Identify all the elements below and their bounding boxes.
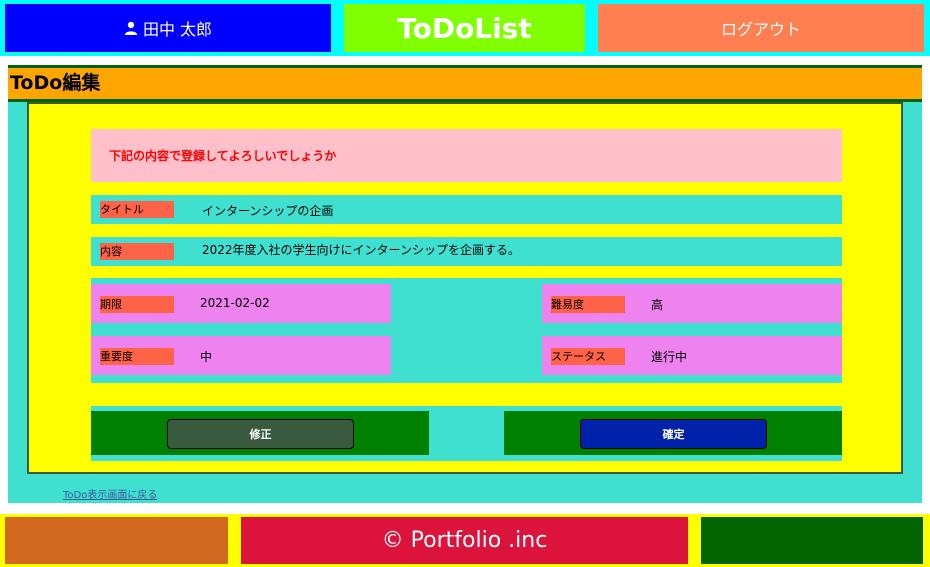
deadline-value: 2021-02-02: [200, 296, 270, 310]
button-bar: 修正 確定: [91, 406, 842, 461]
edit-button[interactable]: 修正: [167, 419, 354, 449]
importance-cell: 重要度 中: [91, 336, 391, 375]
importance-value: 中: [200, 350, 213, 364]
deadline-label: 期限: [100, 296, 174, 313]
content-label: 内容: [100, 243, 174, 260]
back-link[interactable]: ToDo表示画面に戻る: [63, 486, 157, 501]
main-content: ToDo編集 下記の内容で登録してよろしいでしょうか タイトル インターンシップ…: [8, 65, 922, 503]
title-label: タイトル: [100, 201, 174, 218]
deadline-cell: 期限 2021-02-02: [91, 284, 391, 323]
logout-button[interactable]: ログアウト: [598, 4, 924, 52]
app-logo[interactable]: ToDoList: [344, 4, 585, 52]
confirm-message: 下記の内容で登録してよろしいでしょうか: [91, 129, 842, 182]
confirm-button[interactable]: 確定: [580, 419, 767, 449]
difficulty-cell: 難易度 高: [542, 284, 842, 323]
content-value: 2022年度入社の学生向けにインターンシップを企画する。: [202, 243, 520, 257]
title-row: タイトル インターンシップの企画: [91, 195, 842, 224]
difficulty-label: 難易度: [551, 296, 625, 313]
edit-button-area: 修正: [91, 411, 429, 455]
content-row: 内容 2022年度入社の学生向けにインターンシップを企画する。: [91, 237, 842, 266]
user-icon: [124, 21, 138, 35]
status-cell: ステータス 進行中: [542, 336, 842, 375]
detail-grid: 期限 2021-02-02 難易度 高 重要度 中 ステータス 進行中: [91, 278, 842, 383]
difficulty-value: 高: [651, 298, 664, 312]
importance-label: 重要度: [100, 348, 174, 365]
title-value: インターンシップの企画: [202, 204, 334, 218]
status-value: 進行中: [651, 350, 688, 364]
site-header: 田中 太郎 ToDoList ログアウト: [0, 0, 930, 56]
footer-right-block: [701, 517, 923, 564]
user-name: 田中 太郎: [142, 20, 213, 39]
page-title: ToDo編集: [8, 65, 922, 102]
status-label: ステータス: [551, 348, 625, 365]
footer-copyright: © Portfolio .inc: [241, 517, 688, 564]
footer-left-block: [5, 517, 228, 564]
user-menu[interactable]: 田中 太郎: [5, 4, 331, 52]
edit-panel: 下記の内容で登録してよろしいでしょうか タイトル インターンシップの企画 内容 …: [27, 102, 903, 474]
confirm-button-area: 確定: [504, 411, 842, 455]
site-footer: © Portfolio .inc: [0, 514, 930, 567]
